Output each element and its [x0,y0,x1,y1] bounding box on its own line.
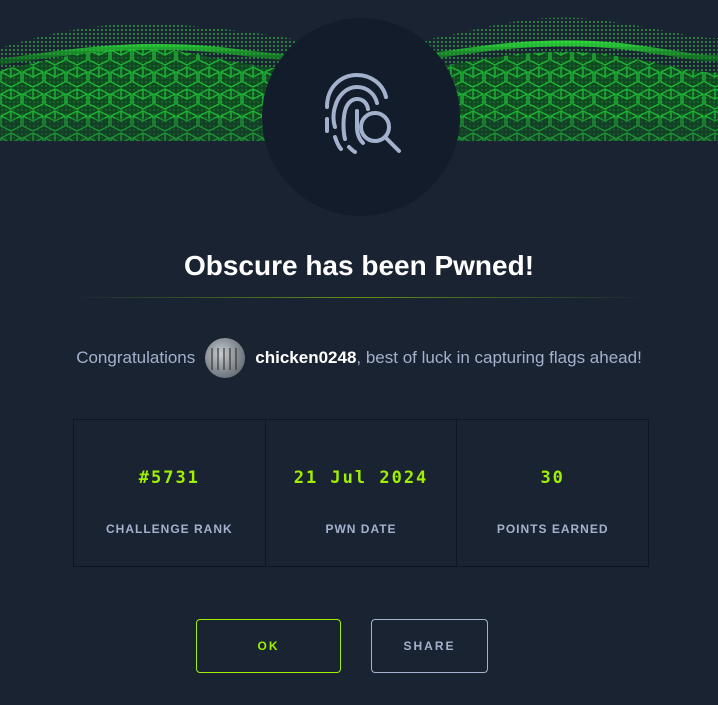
stat-label: POINTS EARNED [496,522,609,536]
congrats-prefix: Congratulations [76,348,196,367]
modal-title: Obscure has been Pwned! [183,250,535,281]
stats-panel: #5731 CHALLENGE RANK 21 Jul 2024 PWN DAT… [73,419,649,567]
user-avatar[interactable] [205,338,246,378]
stat-label: CHALLENGE RANK [106,522,233,536]
title-divider [70,297,648,298]
stat-pwn-date: 21 Jul 2024 PWN DATE [266,420,458,566]
congrats-message: Congratulations chicken0248 , best of lu… [0,338,718,378]
challenge-emblem [262,18,460,216]
stat-label: PWN DATE [325,522,397,536]
stat-challenge-rank: #5731 CHALLENGE RANK [74,420,266,566]
stat-value: #5731 [138,468,200,488]
stat-value: 30 [540,468,565,488]
share-button[interactable]: SHARE [371,619,488,673]
congrats-suffix: , best of luck in capturing flags ahead! [356,348,642,367]
ok-button[interactable]: OK [196,619,341,673]
fingerprint-search-icon [313,67,409,168]
stat-points-earned: 30 POINTS EARNED [457,420,648,566]
username-link[interactable]: chicken0248 [255,348,356,368]
stat-value: 21 Jul 2024 [293,468,429,488]
